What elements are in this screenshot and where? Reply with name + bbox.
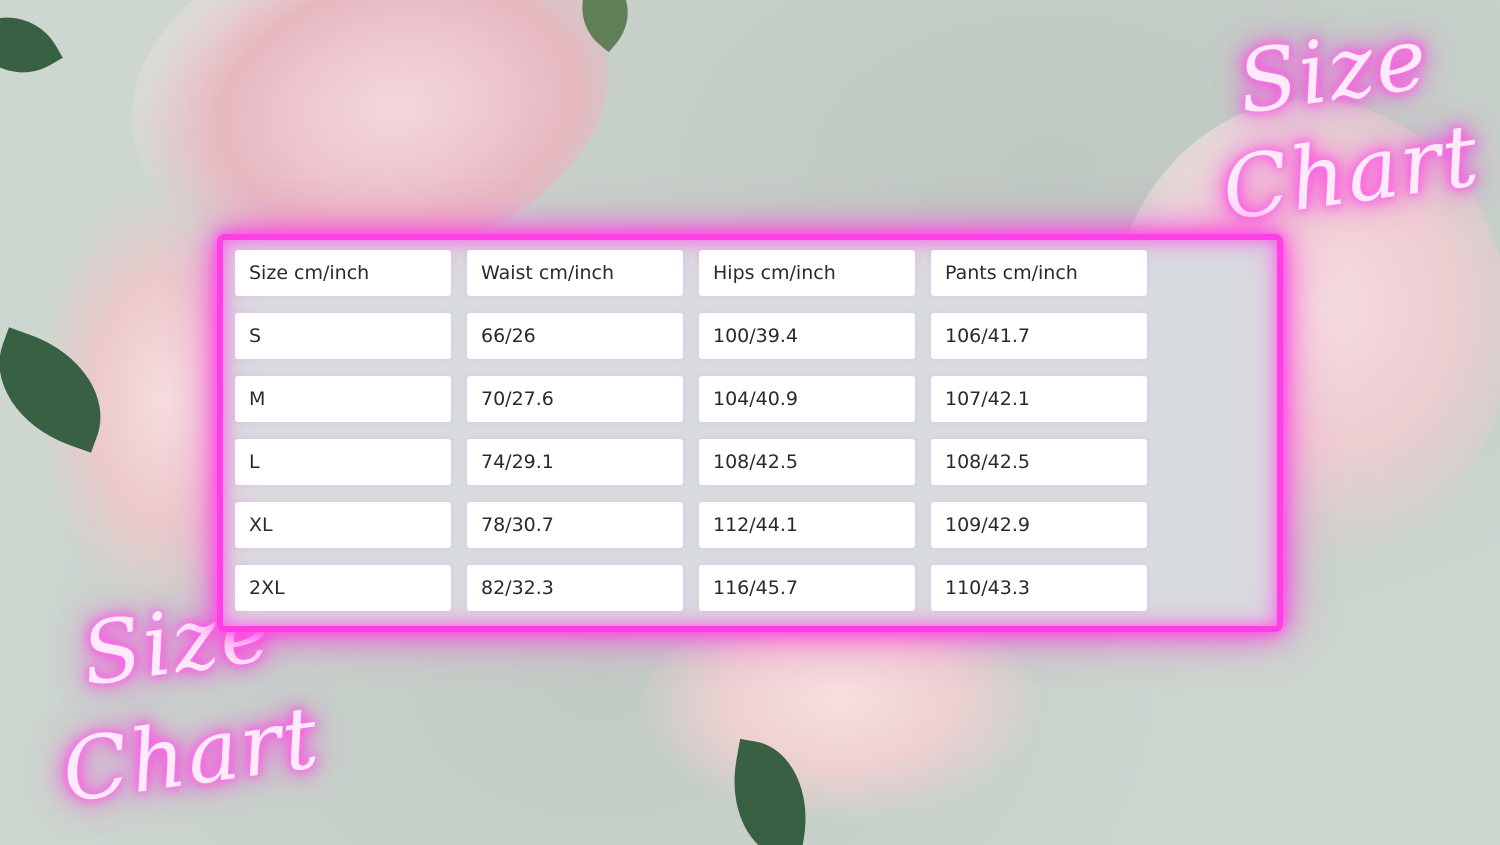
table-cell-hips: 108/42.5 (699, 439, 915, 485)
table-cell-waist: 66/26 (467, 313, 683, 359)
table-cell-waist: 78/30.7 (467, 502, 683, 548)
table-cell-pants: 109/42.9 (931, 502, 1147, 548)
table-cell-waist: 70/27.6 (467, 376, 683, 422)
neon-sign-size-top-right: Size (1231, 8, 1435, 134)
table-cell-pants: 106/41.7 (931, 313, 1147, 359)
table-cell-hips: 116/45.7 (699, 565, 915, 611)
table-cell-size: M (235, 376, 451, 422)
rose-image-bottom (640, 600, 1040, 820)
header-cell-pants: Pants cm/inch (931, 250, 1147, 296)
table-row: S 66/26 100/39.4 106/41.7 (235, 313, 1147, 359)
table-cell-size: 2XL (235, 565, 451, 611)
size-chart-panel: Size cm/inch Waist cm/inch Hips cm/inch … (217, 234, 1283, 632)
table-cell-pants: 108/42.5 (931, 439, 1147, 485)
table-row: XL 78/30.7 112/44.1 109/42.9 (235, 502, 1147, 548)
table-row: 2XL 82/32.3 116/45.7 110/43.3 (235, 565, 1147, 611)
table-cell-size: L (235, 439, 451, 485)
table-row: L 74/29.1 108/42.5 108/42.5 (235, 439, 1147, 485)
neon-sign-chart-bottom-left: Chart (56, 687, 326, 823)
header-cell-hips: Hips cm/inch (699, 250, 915, 296)
table-cell-waist: 82/32.3 (467, 565, 683, 611)
table-header-row: Size cm/inch Waist cm/inch Hips cm/inch … (235, 250, 1147, 296)
table-cell-hips: 112/44.1 (699, 502, 915, 548)
table-cell-hips: 100/39.4 (699, 313, 915, 359)
leaf-image (0, 0, 63, 93)
table-cell-size: S (235, 313, 451, 359)
header-cell-size: Size cm/inch (235, 250, 451, 296)
table-cell-pants: 107/42.1 (931, 376, 1147, 422)
table-cell-pants: 110/43.3 (931, 565, 1147, 611)
table-cell-waist: 74/29.1 (467, 439, 683, 485)
size-chart-table: Size cm/inch Waist cm/inch Hips cm/inch … (219, 233, 1163, 628)
size-chart-banner: Size Chart Size Chart Size cm/inch Waist… (0, 0, 1500, 845)
table-cell-hips: 104/40.9 (699, 376, 915, 422)
table-cell-size: XL (235, 502, 451, 548)
table-row: M 70/27.6 104/40.9 107/42.1 (235, 376, 1147, 422)
header-cell-waist: Waist cm/inch (467, 250, 683, 296)
